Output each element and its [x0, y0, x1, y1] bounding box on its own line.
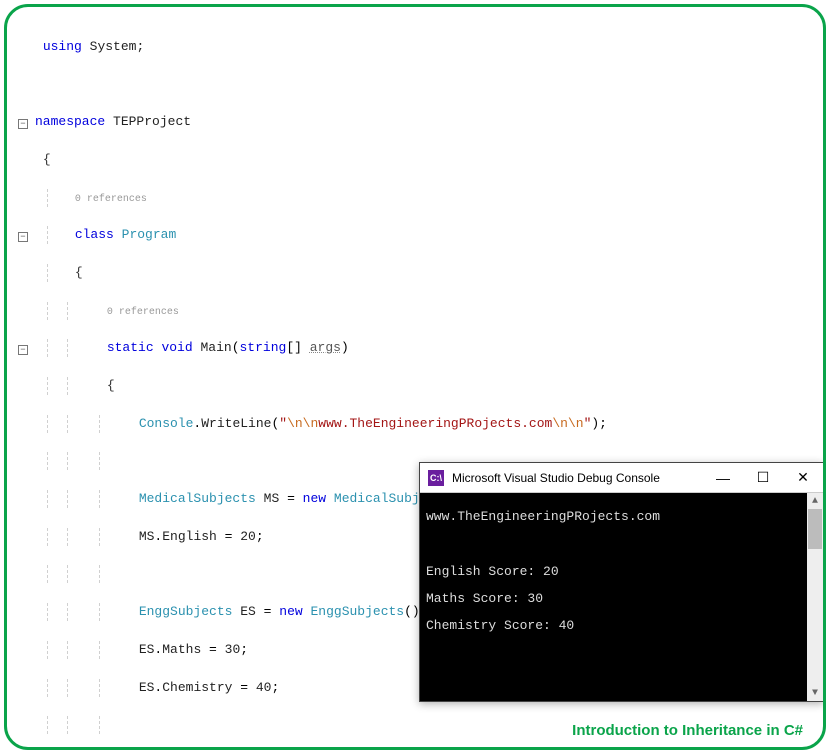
kw-static[interactable]: static [107, 340, 154, 355]
kw-class[interactable]: class [75, 227, 114, 242]
var-es: ES [139, 680, 155, 695]
prop-chem: Chemistry [162, 680, 232, 695]
console-output: www.TheEngineeringPRojects.com English S… [420, 493, 823, 701]
var-ms: MS [264, 491, 280, 506]
debug-console-window: C:\ Microsoft Visual Studio Debug Consol… [419, 462, 824, 702]
app-icon: C:\ [428, 470, 444, 486]
cls-engg: EnggSubjects [139, 604, 233, 619]
maximize-button[interactable]: ☐ [743, 463, 783, 493]
minimize-button[interactable]: — [703, 463, 743, 493]
fn-main: Main [200, 340, 231, 355]
kw-using[interactable]: using [43, 39, 82, 54]
fold-icon[interactable]: − [18, 232, 28, 242]
ns-name: TEPProject [113, 114, 191, 129]
console-line: www.TheEngineeringPRojects.com [426, 509, 660, 524]
titlebar[interactable]: C:\ Microsoft Visual Studio Debug Consol… [420, 463, 823, 493]
escape-seq: \n\n [552, 416, 583, 431]
param-args: args [310, 340, 341, 355]
fold-icon[interactable]: − [18, 345, 28, 355]
console-line: Maths Score: 30 [426, 591, 543, 606]
scroll-down-icon[interactable]: ▼ [807, 685, 823, 701]
cls-program: Program [122, 227, 177, 242]
var-es: ES [240, 604, 256, 619]
close-button[interactable]: ✕ [783, 463, 823, 493]
document-frame: using System; −namespace TEPProject { 0 … [4, 4, 826, 750]
scrollbar[interactable]: ▲ ▼ [807, 493, 823, 701]
console-line: Chemistry Score: 40 [426, 618, 574, 633]
prop-maths: Maths [162, 642, 201, 657]
fold-icon[interactable]: − [18, 119, 28, 129]
var-ms: MS [139, 529, 155, 544]
codelens-ref[interactable]: 0 references [75, 194, 147, 205]
scroll-up-icon[interactable]: ▲ [807, 493, 823, 509]
kw-namespace[interactable]: namespace [35, 114, 105, 129]
cls-engg: EnggSubjects [310, 604, 404, 619]
cls-med: MedicalSubjects [139, 491, 256, 506]
lit-30: 30 [225, 642, 241, 657]
console-line: English Score: 20 [426, 564, 559, 579]
kw-new[interactable]: new [279, 604, 302, 619]
lit-40: 40 [256, 680, 272, 695]
lit-20: 20 [240, 529, 256, 544]
codelens-ref[interactable]: 0 references [107, 307, 179, 318]
fn-writeline: WriteLine [201, 416, 271, 431]
prop-english: English [162, 529, 217, 544]
caption: Introduction to Inheritance in C# [572, 722, 803, 739]
ns-system: System [90, 39, 137, 54]
window-title: Microsoft Visual Studio Debug Console [452, 471, 703, 485]
escape-seq: \n\n [287, 416, 318, 431]
kw-void[interactable]: void [161, 340, 192, 355]
cls-console: Console [139, 416, 194, 431]
var-es: ES [139, 642, 155, 657]
scroll-thumb[interactable] [808, 509, 822, 549]
string-url: www.TheEngineeringPRojects.com [318, 416, 552, 431]
kw-string[interactable]: string [240, 340, 287, 355]
kw-new[interactable]: new [303, 491, 326, 506]
